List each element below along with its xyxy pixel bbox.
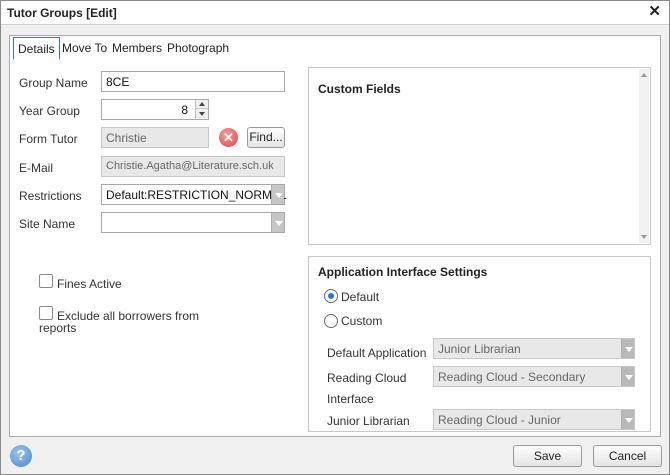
email-value: Christie.Agatha@Literature.sch.uk <box>106 160 274 172</box>
group-name-label: Group Name <box>19 76 88 90</box>
radio-custom[interactable] <box>324 314 338 328</box>
year-group-label: Year Group <box>19 104 80 118</box>
cancel-button-label: Cancel <box>608 449 647 463</box>
radio-custom-label: Custom <box>341 314 383 328</box>
fines-active-label: Fines Active <box>57 277 122 291</box>
reading-cloud-label: Reading Cloud <box>327 371 407 385</box>
close-icon[interactable]: ✕ <box>648 4 661 20</box>
restrictions-label: Restrictions <box>19 189 82 203</box>
site-name-select[interactable] <box>101 212 285 233</box>
window-title: Tutor Groups [Edit] <box>7 6 117 20</box>
restrictions-value: Default:RESTRICTION_NORMAL <box>106 188 287 202</box>
tab-label: Photograph <box>167 41 230 55</box>
find-button[interactable]: Find... <box>247 127 285 148</box>
tab-details[interactable]: Details <box>13 37 60 60</box>
spin-down-icon[interactable] <box>196 109 208 118</box>
app-interface-title: Application Interface Settings <box>318 265 488 279</box>
year-group-value: 8 <box>181 103 188 117</box>
exclude-borrowers-checkbox[interactable] <box>39 306 53 320</box>
form-tutor-label: Form Tutor <box>19 132 78 146</box>
reading-cloud-select: Reading Cloud - Secondary <box>433 366 635 387</box>
junior-librarian-select: Reading Cloud - Junior <box>433 409 635 430</box>
chevron-down-icon <box>621 410 634 429</box>
group-name-value: 8CE <box>106 75 130 89</box>
chevron-down-icon <box>621 367 634 386</box>
tab-move-to[interactable]: Move To <box>58 37 111 59</box>
help-icon[interactable]: ? <box>10 445 32 467</box>
find-button-label: Find... <box>249 130 283 144</box>
fines-active-checkbox[interactable] <box>39 274 53 288</box>
scroll-down-icon[interactable] <box>639 233 649 241</box>
default-application-value: Junior Librarian <box>438 342 521 356</box>
reading-cloud-value: Reading Cloud - Secondary <box>438 370 586 384</box>
email-field: Christie.Agatha@Literature.sch.uk <box>101 156 285 177</box>
group-name-input[interactable]: 8CE <box>101 71 285 92</box>
year-group-spinner <box>195 100 208 119</box>
chevron-down-icon <box>271 185 284 204</box>
radio-default[interactable] <box>324 289 338 303</box>
scroll-up-icon[interactable] <box>639 71 649 79</box>
title-bar: Tutor Groups [Edit] ✕ <box>1 1 669 25</box>
tab-members[interactable]: Members <box>108 37 166 59</box>
form-tutor-field: Christie <box>101 127 209 148</box>
clear-icon[interactable]: ✕ <box>219 128 238 147</box>
tab-photograph[interactable]: Photograph <box>163 37 233 59</box>
chevron-down-icon <box>271 213 284 232</box>
junior-librarian-label: Junior Librarian <box>327 414 410 428</box>
dialog-window: Tutor Groups [Edit] ✕ Details Move To Me… <box>0 0 670 475</box>
chevron-down-icon <box>621 339 634 358</box>
reading-cloud-label-cont: Interface <box>327 392 374 406</box>
year-group-stepper[interactable]: 8 <box>101 99 209 120</box>
cancel-button[interactable]: Cancel <box>593 445 662 467</box>
tab-label: Move To <box>62 41 108 55</box>
default-application-select: Junior Librarian <box>433 338 635 359</box>
custom-fields-scrollbar[interactable] <box>639 69 649 243</box>
form-tutor-value: Christie <box>106 131 147 145</box>
custom-fields-title: Custom Fields <box>318 82 401 96</box>
save-button-label: Save <box>533 449 562 463</box>
save-button[interactable]: Save <box>513 445 582 467</box>
email-label: E-Mail <box>19 161 54 175</box>
spin-up-icon[interactable] <box>196 100 208 109</box>
site-name-label: Site Name <box>19 217 76 231</box>
restrictions-select[interactable]: Default:RESTRICTION_NORMAL <box>101 184 287 205</box>
default-application-label: Default Application <box>327 346 427 360</box>
junior-librarian-value: Reading Cloud - Junior <box>438 413 561 427</box>
exclude-borrowers-label: Exclude all borrowers from <box>57 309 200 323</box>
tab-label: Details <box>18 42 55 56</box>
radio-default-label: Default <box>341 290 380 304</box>
exclude-borrowers-label-cont: reports <box>39 321 77 335</box>
tab-label: Members <box>112 41 163 55</box>
